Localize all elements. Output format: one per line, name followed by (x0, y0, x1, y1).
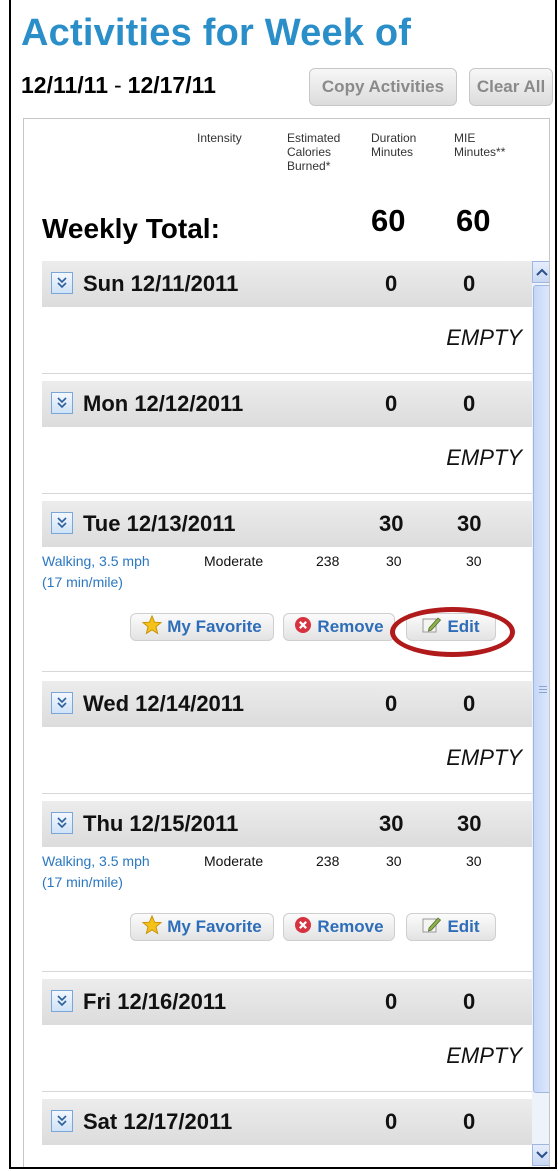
copy-activities-button[interactable]: Copy Activities (309, 68, 457, 106)
weekly-total-label: Weekly Total: (42, 213, 220, 244)
activity-intensity: Moderate (204, 553, 264, 569)
day-label: Thu 12/15/2011 (83, 811, 239, 836)
day-mie: 0 (463, 989, 476, 1014)
day-header-mon: Mon 12/12/2011 0 0 (42, 381, 532, 427)
activity-mie: 30 (466, 853, 482, 869)
page-title: Activities for Week of (21, 12, 412, 54)
day-mie: 0 (463, 691, 476, 716)
activity-name-line2: (17 min/mile) (42, 574, 123, 590)
day-list: Sun 12/11/2011 0 0 EMPTY Mon 12/12/2011 0 0 EMP… (42, 261, 532, 1166)
day-empty-text: EMPTY (446, 325, 522, 350)
edit-button[interactable]: Edit (406, 913, 496, 941)
chevron-double-down-icon[interactable] (51, 692, 73, 714)
activity-calories: 238 (316, 553, 340, 569)
activity-link[interactable]: Walking, 3.5 mph (17 min/mile) (42, 551, 150, 593)
remove-x-icon (294, 916, 312, 939)
day-divider (42, 373, 532, 374)
day-duration: 30 (379, 811, 404, 836)
day-empty-text: EMPTY (446, 1043, 522, 1068)
weekly-total-mie: 60 (456, 203, 491, 238)
my-favorite-label: My Favorite (167, 917, 262, 936)
day-duration: 0 (385, 691, 398, 716)
day-empty-text: EMPTY (446, 745, 522, 770)
weekly-total-duration: 60 (371, 203, 406, 238)
activity-name-line1: Walking, 3.5 mph (42, 853, 150, 869)
remove-label: Remove (317, 617, 384, 636)
day-divider (42, 793, 532, 794)
day-duration: 0 (385, 989, 398, 1014)
day-divider (42, 1091, 532, 1092)
star-icon (141, 914, 163, 940)
edit-label: Edit (447, 917, 480, 936)
range-start: 12/11/11 (21, 72, 108, 98)
day-label: Wed 12/14/2011 (83, 691, 245, 716)
day-divider (42, 971, 532, 972)
vertical-scrollbar[interactable] (532, 261, 549, 1166)
day-mie: 0 (463, 271, 476, 296)
activity-intensity: Moderate (204, 853, 264, 869)
column-header-mie: MIE Minutes** (454, 131, 506, 159)
column-header-intensity: Intensity (197, 131, 242, 145)
my-favorite-label: My Favorite (167, 617, 262, 636)
clear-all-button[interactable]: Clear All (469, 68, 553, 106)
grip-line (539, 689, 547, 690)
chevron-double-down-icon[interactable] (51, 1110, 73, 1132)
my-favorite-button[interactable]: My Favorite (130, 613, 274, 641)
day-header-wed: Wed 12/14/2011 0 0 (42, 681, 532, 727)
day-label: Mon 12/12/2011 (83, 391, 244, 416)
column-header-calories: Estimated Calories Burned* (287, 131, 341, 173)
week-range: 12/11/11-12/17/11 (21, 72, 216, 99)
chevron-double-down-icon[interactable] (51, 272, 73, 294)
day-mie: 30 (457, 511, 482, 536)
day-mie: 0 (463, 1109, 476, 1134)
activity-calories: 238 (316, 853, 340, 869)
day-label: Sat 12/17/2011 (83, 1109, 233, 1134)
scrollbar-thumb[interactable] (533, 285, 549, 1093)
activity-duration: 30 (386, 853, 402, 869)
day-header-fri: Fri 12/16/2011 0 0 (42, 979, 532, 1025)
day-label: Tue 12/13/2011 (83, 511, 236, 536)
day-label: Sun 12/11/2011 (83, 271, 239, 296)
day-duration: 0 (385, 271, 398, 296)
day-mie: 30 (457, 811, 482, 836)
remove-label: Remove (317, 917, 384, 936)
column-header-duration: Duration Minutes (371, 131, 417, 159)
activity-link[interactable]: Walking, 3.5 mph (17 min/mile) (42, 851, 150, 893)
remove-button[interactable]: Remove (283, 613, 395, 641)
remove-button[interactable]: Remove (283, 913, 395, 941)
day-empty-text: EMPTY (446, 445, 522, 470)
my-favorite-button[interactable]: My Favorite (130, 913, 274, 941)
day-header-sat: Sat 12/17/2011 0 0 (42, 1099, 532, 1145)
range-separator: - (114, 72, 122, 98)
day-mie: 0 (463, 391, 476, 416)
day-divider (42, 493, 532, 494)
chevron-double-down-icon[interactable] (51, 512, 73, 534)
activity-mie: 30 (466, 553, 482, 569)
scroll-down-icon[interactable] (532, 1144, 549, 1166)
day-duration: 0 (385, 1109, 398, 1134)
chevron-double-down-icon[interactable] (51, 392, 73, 414)
range-end: 12/17/11 (127, 72, 216, 98)
grip-line (539, 686, 547, 687)
day-duration: 30 (379, 511, 404, 536)
activity-name-line1: Walking, 3.5 mph (42, 553, 150, 569)
edit-pencil-icon (422, 916, 442, 939)
activity-name-line2: (17 min/mile) (42, 874, 123, 890)
day-header-thu: Thu 12/15/2011 30 30 (42, 801, 532, 847)
grip-line (539, 692, 547, 693)
activity-duration: 30 (386, 553, 402, 569)
chevron-double-down-icon[interactable] (51, 812, 73, 834)
scroll-up-icon[interactable] (532, 261, 549, 283)
activities-panel: Intensity Estimated Calories Burned* Dur… (23, 118, 550, 1167)
day-header-tue: Tue 12/13/2011 30 30 (42, 501, 532, 547)
day-divider (42, 671, 532, 672)
star-icon (141, 614, 163, 640)
day-header-sun: Sun 12/11/2011 0 0 (42, 261, 532, 307)
highlight-circle (390, 607, 515, 657)
chevron-double-down-icon[interactable] (51, 990, 73, 1012)
day-label: Fri 12/16/2011 (83, 989, 227, 1014)
remove-x-icon (294, 616, 312, 639)
activities-window: Activities for Week of 12/11/11-12/17/11… (9, 0, 557, 1169)
day-duration: 0 (385, 391, 398, 416)
